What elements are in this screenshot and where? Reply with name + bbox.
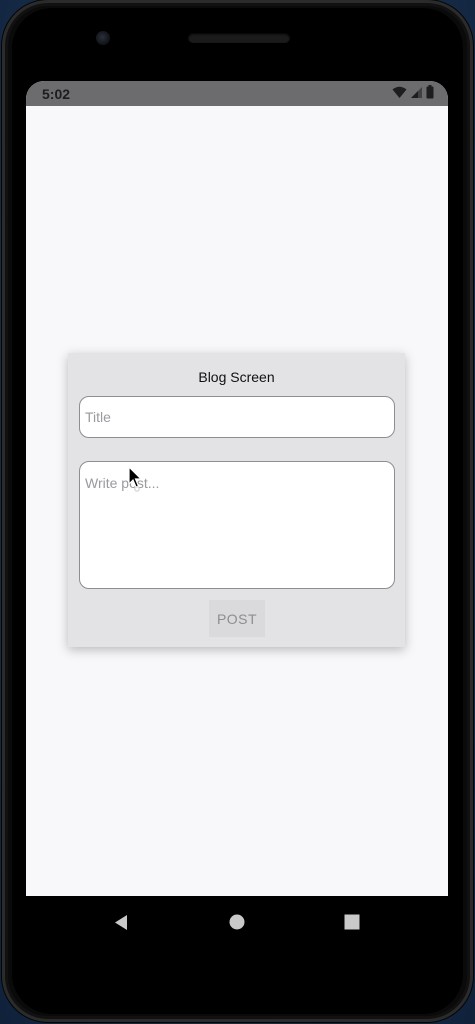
post-button[interactable]: POST	[209, 600, 265, 637]
title-input[interactable]	[79, 396, 395, 438]
cell-signal-icon	[410, 86, 423, 102]
earpiece-speaker	[188, 33, 290, 43]
front-camera	[96, 31, 110, 45]
battery-icon	[426, 85, 434, 102]
back-icon[interactable]	[109, 910, 133, 934]
wifi-icon	[392, 86, 407, 102]
home-icon[interactable]	[225, 910, 249, 934]
post-body-input[interactable]	[79, 461, 395, 589]
recents-icon[interactable]	[340, 910, 364, 934]
status-time: 5:02	[42, 86, 71, 102]
navigation-bar	[26, 896, 448, 948]
status-bar: 5:02	[26, 81, 448, 106]
app-screen: 5:02 Blog Screen Title Write post... POS…	[26, 81, 448, 896]
mouse-pointer-icon	[128, 465, 144, 492]
status-icons	[392, 85, 434, 102]
card-title: Blog Screen	[198, 369, 275, 385]
blog-card: Blog Screen POST	[68, 353, 405, 647]
